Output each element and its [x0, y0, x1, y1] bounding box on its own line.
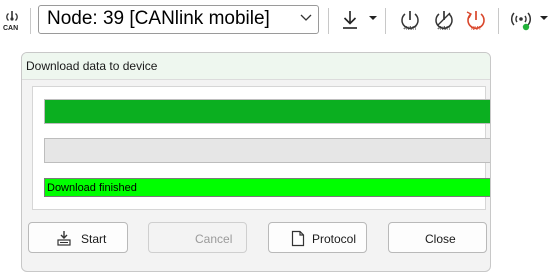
- status-text: Download finished: [47, 182, 137, 194]
- svg-text:+NMT: +NMT: [403, 26, 417, 32]
- document-icon: [291, 230, 305, 247]
- toolbar: CAN Node: 39 [CANlink mobile] +NMT +NMT …: [0, 0, 554, 40]
- start-button-label: Start: [81, 232, 107, 246]
- wireless-dropdown-caret[interactable]: [540, 16, 548, 20]
- dialog-title: Download data to device: [26, 59, 158, 73]
- svg-text:NMT: NMT: [471, 26, 482, 32]
- can-connection-icon: [6, 11, 18, 22]
- nmt-reset-icon[interactable]: NMT: [464, 8, 488, 32]
- close-button-label: Close: [425, 232, 456, 246]
- node-select-value: Node: 39 [CANlink mobile]: [47, 8, 270, 29]
- download-dropdown-caret[interactable]: [369, 16, 377, 20]
- download-to-device-icon: [57, 231, 71, 246]
- cancel-button[interactable]: Cancel: [148, 222, 247, 253]
- chevron-down-icon: [300, 14, 312, 21]
- nmt-start-icon[interactable]: +NMT: [398, 8, 422, 32]
- toolbar-separator: [385, 8, 386, 34]
- download-icon[interactable]: [341, 10, 359, 30]
- toolbar-separator: [328, 8, 329, 34]
- overall-progress-fill: [45, 100, 490, 123]
- can-label: CAN: [3, 25, 19, 32]
- wireless-signal-icon[interactable]: [509, 8, 533, 32]
- toolbar-separator: [30, 8, 31, 34]
- toolbar-separator: [498, 8, 499, 34]
- can-connection-button[interactable]: CAN: [2, 8, 22, 34]
- nmt-stop-icon[interactable]: +NMT: [432, 8, 456, 32]
- download-dialog: Download data to device Download finishe…: [21, 52, 491, 272]
- current-progress-bar: [44, 138, 490, 163]
- node-select[interactable]: Node: 39 [CANlink mobile]: [38, 5, 319, 34]
- close-button[interactable]: Close: [388, 222, 487, 253]
- overall-progress-bar: [44, 99, 490, 124]
- dialog-title-bar: Download data to device: [22, 53, 490, 80]
- status-bar: Download finished: [44, 178, 490, 197]
- svg-text:+NMT: +NMT: [437, 26, 451, 32]
- cancel-button-label: Cancel: [195, 232, 233, 246]
- progress-group: Download finished: [32, 86, 490, 210]
- protocol-button-label: Protocol: [312, 232, 357, 246]
- protocol-button[interactable]: Protocol: [268, 222, 367, 253]
- start-button[interactable]: Start: [28, 222, 128, 253]
